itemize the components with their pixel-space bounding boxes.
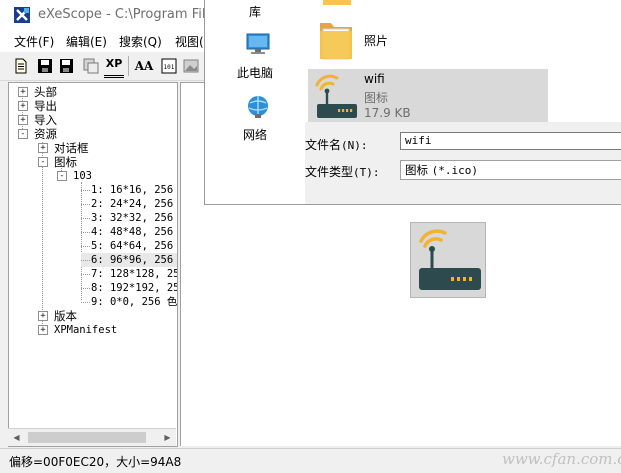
window-title: eXeScope - C:\Program Files (38, 7, 221, 22)
tree-node-label: 103 (73, 170, 92, 182)
expand-icon[interactable]: + (18, 101, 28, 111)
expand-icon[interactable]: + (18, 115, 28, 125)
nav-this-pc[interactable]: 此电脑 (237, 64, 273, 81)
file-item-wifi-selected[interactable]: wifi 图标 17.9 KB (308, 69, 548, 123)
filename-label: 文件名(N): (305, 138, 368, 152)
file-name-wifi: wifi (364, 72, 385, 86)
router-wifi-icon (419, 229, 481, 290)
status-text: 偏移=00F0EC20，大小=94A8 (9, 455, 182, 469)
xp-manifest-icon[interactable]: XP (104, 57, 124, 78)
menu-file[interactable]: 文件(F) (14, 33, 54, 50)
tree-guide (81, 182, 82, 300)
collapse-icon[interactable]: - (38, 157, 48, 167)
watermark: www.cfan.com.cn (502, 450, 621, 468)
menu-search[interactable]: 搜索(Q) (119, 33, 162, 50)
nav-network[interactable]: 网络 (243, 126, 267, 143)
file-size-wifi: 17.9 KB (364, 106, 411, 120)
expand-icon[interactable]: + (38, 325, 48, 335)
scroll-left-arrow-icon[interactable]: ◀ (8, 429, 25, 446)
tree-node-label: 版本 (54, 309, 77, 323)
tree-node-label: 6: 96*96, 256 (91, 254, 174, 266)
tree-node-label: 4: 48*48, 256 (91, 226, 174, 238)
menu-edit[interactable]: 编辑(E) (66, 33, 107, 50)
icon-preview (410, 222, 486, 298)
save-icon[interactable] (36, 57, 54, 75)
tree-node-label: 3: 32*32, 256 (91, 212, 174, 224)
resource-tree[interactable]: + 头部 + 导出 + 导入 - 资源 + 对话框 - 图标 - 103 1: … (8, 82, 178, 447)
svg-text:101: 101 (164, 64, 175, 71)
scroll-right-arrow-icon[interactable]: ▶ (159, 429, 176, 446)
tree-node-label: 导入 (34, 113, 57, 127)
copy-icon[interactable] (82, 57, 100, 75)
tree-node-label: 7: 128*128, 25 (91, 268, 178, 280)
collapse-icon[interactable]: - (18, 129, 28, 139)
new-doc-icon[interactable] (12, 57, 30, 75)
tree-node-label: 资源 (34, 127, 57, 141)
network-icon[interactable] (245, 94, 271, 120)
toolbar-separator (128, 56, 129, 76)
save-all-icon[interactable] (58, 57, 76, 75)
scrollbar-thumb[interactable] (28, 432, 146, 443)
file-name-photos[interactable]: 照片 (364, 32, 388, 49)
tree-node-label: 导出 (34, 99, 57, 113)
folder-icon (323, 0, 351, 5)
expand-icon[interactable]: + (38, 143, 48, 153)
tree-node-label: XPManifest (54, 324, 118, 336)
tree-node-label: 图标 (54, 155, 77, 169)
dialog-form: 文件名(N): wifi 文件类型(T): 图标 (*.ico) (305, 122, 621, 204)
tree-guide (42, 142, 43, 330)
dialog-nav-pane: 库 此电脑 网络 (205, 0, 305, 204)
tree-node-label: 头部 (34, 85, 57, 99)
folder-icon[interactable] (318, 17, 354, 61)
file-type-wifi: 图标 (364, 91, 389, 105)
collapse-icon[interactable]: - (57, 171, 67, 181)
expand-icon[interactable]: + (18, 87, 28, 97)
filename-input[interactable]: wifi (400, 132, 621, 150)
exescope-app-icon (14, 7, 30, 23)
tree-icon-entry-selected[interactable]: 6: 96*96, 256 (81, 253, 177, 267)
tree-node-label: 1: 16*16, 256 (91, 184, 174, 196)
tree-horizontal-scrollbar[interactable]: ◀ ▶ (8, 428, 176, 446)
dialog-file-list[interactable]: 照片 wifi 图标 17.9 KB (305, 0, 621, 123)
tree-node-label: 对话框 (54, 141, 89, 155)
menu-view[interactable]: 视图( (175, 33, 204, 50)
save-file-dialog: 库 此电脑 网络 照片 wifi 图标 17.9 KB 文件名(N): wifi… (204, 0, 621, 205)
filetype-select[interactable]: 图标 (*.ico) (400, 160, 621, 180)
tree-node-label: 5: 64*64, 256 (91, 240, 174, 252)
filetype-label: 文件类型(T): (305, 165, 380, 179)
font-icon[interactable]: AA (134, 57, 154, 75)
resource-icon[interactable]: 101 (160, 57, 178, 75)
image-icon[interactable] (182, 57, 200, 75)
nav-libraries[interactable]: 库 (249, 3, 261, 20)
expand-icon[interactable]: + (38, 311, 48, 321)
tree-node-label: 9: 0*0, 256 色 (91, 296, 178, 308)
tree-node-label: 2: 24*24, 256 (91, 198, 174, 210)
tree-node-label: 8: 192*192, 25 (91, 282, 178, 294)
router-wifi-icon (315, 74, 357, 118)
computer-icon[interactable] (245, 32, 271, 56)
